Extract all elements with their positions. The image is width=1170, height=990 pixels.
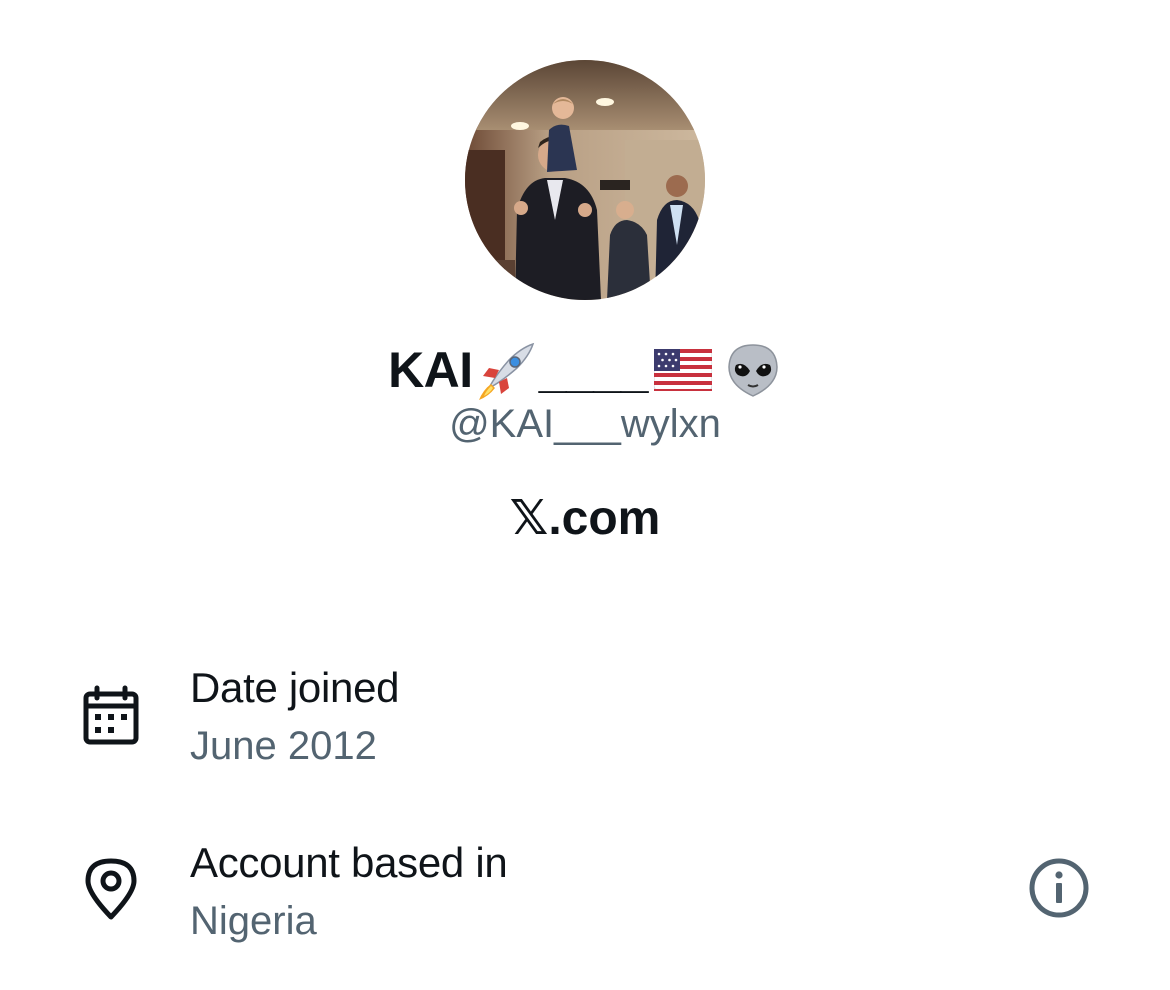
account-based-in-row: Account based in Nigeria [0, 835, 1170, 955]
avatar-photo [465, 60, 705, 300]
profile-avatar[interactable] [465, 60, 705, 300]
date-joined-row: Date joined June 2012 [0, 660, 1170, 780]
info-icon [1029, 858, 1089, 918]
display-name-text: KAI [388, 342, 473, 398]
display-name-separator: ____ [538, 342, 649, 398]
account-based-in-title: Account based in [190, 839, 508, 886]
us-flag-emoji [653, 349, 712, 391]
location-pin-icon [78, 855, 144, 921]
alien-emoji [724, 341, 782, 399]
info-button[interactable] [1026, 855, 1092, 921]
date-joined-title: Date joined [190, 664, 400, 711]
profile-website-link[interactable]: 𝕏.com [0, 490, 1170, 546]
rocket-emoji [475, 338, 539, 402]
display-name: KAI ____ [0, 330, 1170, 410]
profile-handle: @KAI___wylxn [449, 402, 721, 446]
calendar-icon [78, 684, 144, 750]
date-joined-value: June 2012 [190, 724, 377, 768]
account-based-in-value: Nigeria [190, 899, 317, 943]
